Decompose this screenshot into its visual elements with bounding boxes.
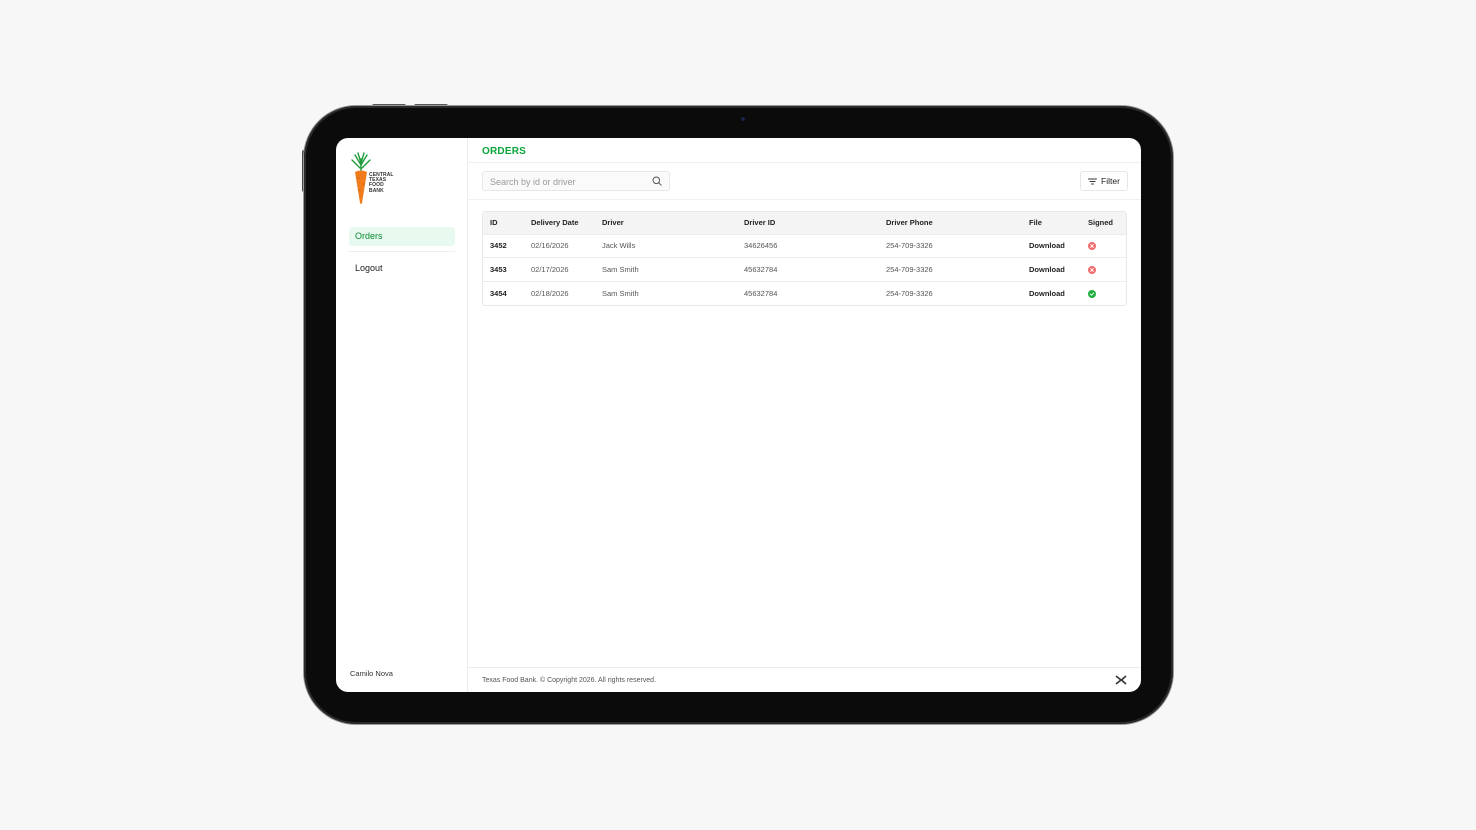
page-title: ORDERS bbox=[482, 146, 526, 157]
cell-driver: Sam Smith bbox=[602, 264, 639, 274]
cell-signed bbox=[1081, 234, 1126, 258]
column-header-id[interactable]: ID bbox=[483, 212, 524, 234]
sidebar: CENTRAL TEXAS FOOD BANK Orders Logout Ca… bbox=[336, 138, 468, 692]
front-camera bbox=[741, 117, 745, 121]
table-row[interactable]: 3452 02/16/2026 Jack Wills 34626456 254-… bbox=[483, 234, 1126, 258]
cell-driver-phone: 254-709-3326 bbox=[886, 288, 933, 298]
main-content: ORDERS Filter I bbox=[468, 138, 1141, 692]
search-box bbox=[482, 171, 670, 191]
toolbar-divider bbox=[468, 199, 1141, 200]
cell-id: 3454 bbox=[490, 288, 507, 298]
cell-id: 3453 bbox=[490, 264, 507, 274]
cell-driver-id: 45632784 bbox=[744, 288, 778, 298]
column-header-delivery-date[interactable]: Delivery Date bbox=[524, 212, 595, 234]
signed-status-icon bbox=[1088, 289, 1096, 298]
table-header-row: ID Delivery Date Driver Driver ID Driver… bbox=[483, 212, 1126, 234]
cell-signed bbox=[1081, 258, 1126, 282]
sidebar-nav: Orders Logout bbox=[349, 227, 455, 278]
cell-driver: Jack Wills bbox=[602, 241, 636, 251]
cell-delivery-date: 02/17/2026 bbox=[531, 264, 569, 274]
cell-driver: Sam Smith bbox=[602, 288, 639, 298]
cell-delivery-date: 02/18/2026 bbox=[531, 288, 569, 298]
filter-icon bbox=[1088, 178, 1098, 184]
column-header-driver-id[interactable]: Driver ID bbox=[737, 212, 879, 234]
nav-divider bbox=[349, 251, 455, 252]
footer-copyright: Texas Food Bank. © Copyright 2026. All r… bbox=[482, 677, 657, 684]
column-header-signed[interactable]: Signed bbox=[1081, 212, 1126, 234]
cell-id: 3452 bbox=[490, 241, 507, 251]
orders-table: ID Delivery Date Driver Driver ID Driver… bbox=[482, 211, 1127, 306]
filter-button-label: Filter bbox=[1101, 176, 1120, 186]
cell-driver-id: 34626456 bbox=[744, 241, 778, 251]
search-icon[interactable] bbox=[652, 176, 662, 186]
cell-driver-phone: 254-709-3326 bbox=[886, 264, 933, 274]
cell-driver-phone: 254-709-3326 bbox=[886, 241, 933, 251]
brand-logo: CENTRAL TEXAS FOOD BANK bbox=[349, 151, 409, 205]
column-header-file[interactable]: File bbox=[1022, 212, 1081, 234]
app-screen: CENTRAL TEXAS FOOD BANK Orders Logout Ca… bbox=[336, 138, 1141, 692]
brand-logo-text: CENTRAL TEXAS FOOD BANK bbox=[369, 172, 394, 194]
download-link[interactable]: Download bbox=[1022, 281, 1081, 305]
column-header-driver-phone[interactable]: Driver Phone bbox=[879, 212, 1022, 234]
download-link[interactable]: Download bbox=[1022, 258, 1081, 282]
current-user-name: Camilo Nova bbox=[350, 669, 393, 678]
download-link[interactable]: Download bbox=[1022, 234, 1081, 258]
table-row[interactable]: 3454 02/18/2026 Sam Smith 45632784 254-7… bbox=[483, 281, 1126, 305]
cell-driver-id: 45632784 bbox=[744, 264, 778, 274]
filter-button[interactable]: Filter bbox=[1080, 171, 1128, 191]
unsigned-status-icon bbox=[1088, 242, 1096, 251]
vendor-logo-icon[interactable] bbox=[1115, 675, 1127, 685]
table-row[interactable]: 3453 02/17/2026 Sam Smith 45632784 254-7… bbox=[483, 257, 1126, 282]
sidebar-item-logout[interactable]: Logout bbox=[349, 259, 455, 278]
cell-delivery-date: 02/16/2026 bbox=[531, 241, 569, 251]
column-header-driver[interactable]: Driver bbox=[595, 212, 737, 234]
header-divider bbox=[468, 162, 1141, 163]
footer-divider bbox=[468, 667, 1141, 668]
sidebar-item-orders[interactable]: Orders bbox=[349, 227, 455, 246]
cell-signed bbox=[1081, 281, 1126, 305]
unsigned-status-icon bbox=[1088, 265, 1096, 274]
search-input[interactable] bbox=[483, 173, 643, 191]
